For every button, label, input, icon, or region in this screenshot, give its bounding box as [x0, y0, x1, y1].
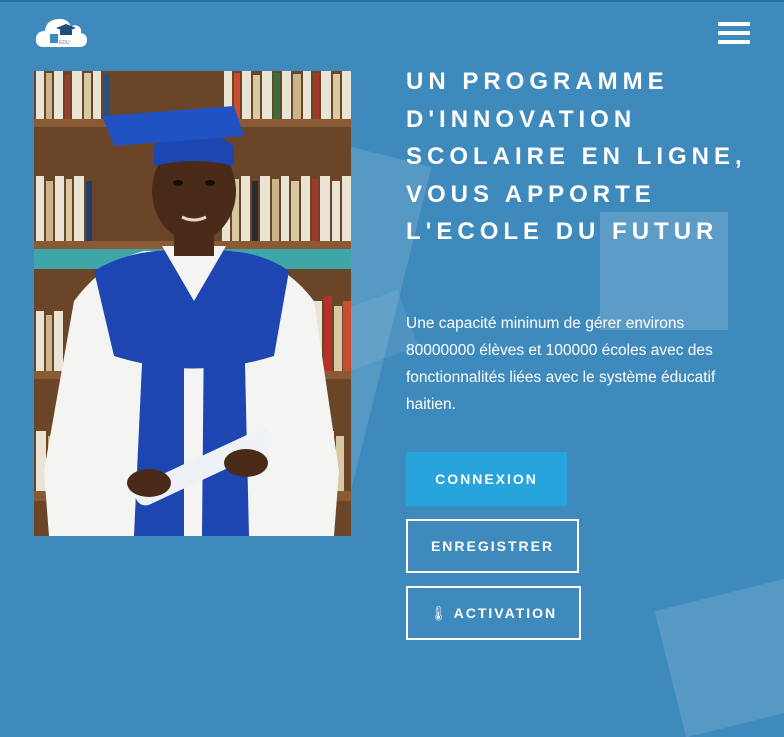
activation-button-label: ACTIVATION — [453, 605, 558, 621]
menu-bar — [718, 31, 750, 35]
login-button[interactable]: CONNEXION — [406, 452, 567, 506]
decorative-shape — [654, 572, 784, 737]
logo-text: EDU — [59, 40, 70, 46]
graduate-photo — [34, 71, 351, 536]
top-border — [0, 0, 784, 2]
register-button[interactable]: ENREGISTRER — [406, 519, 579, 573]
menu-bar — [718, 40, 750, 44]
thermometer-icon: 🌡 — [429, 604, 448, 621]
hamburger-menu-icon[interactable] — [718, 22, 750, 46]
cloud-graduation-cap-icon: EDU — [35, 18, 87, 47]
hero-title: UN PROGRAMME D'INNOVATION SCOLAIRE EN LI… — [406, 68, 747, 245]
logo[interactable]: EDU — [34, 14, 88, 50]
menu-bar — [718, 22, 750, 26]
register-button-label: ENREGISTRER — [430, 538, 555, 554]
activation-button[interactable]: 🌡 ACTIVATION — [406, 586, 581, 640]
login-button-label: CONNEXION — [435, 471, 538, 487]
hero-description: Une capacité mininum de gérer environs 8… — [406, 315, 716, 413]
